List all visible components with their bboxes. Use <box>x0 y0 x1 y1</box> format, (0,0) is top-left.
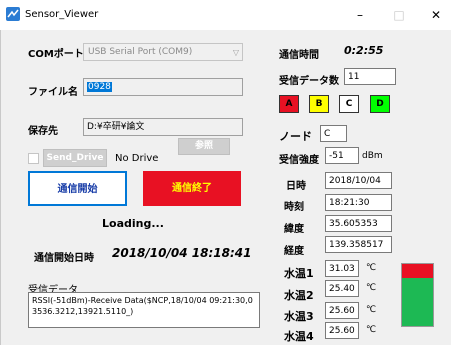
window-title: Sensor_Viewer <box>25 9 99 20</box>
node-input[interactable]: C <box>320 125 347 142</box>
comm-time-label: 通信時間 <box>279 50 319 61</box>
send-drive-button[interactable]: Send_Drive <box>43 149 107 167</box>
recv-count-label: 受信データ数 <box>279 76 339 87</box>
time-input[interactable]: 18:21:30 <box>325 194 392 211</box>
node-d-button[interactable]: D <box>370 95 390 113</box>
file-name-label: ファイル名 <box>28 87 78 98</box>
node-a-label: A <box>285 99 293 109</box>
level-indicator-top <box>402 264 433 278</box>
received-data-textarea[interactable]: RSSI(-51dBm)-Receive Data($NCP,18/10/04 … <box>28 292 260 328</box>
node-a-button[interactable]: A <box>279 95 299 113</box>
app-icon <box>6 7 20 21</box>
com-port-label: COMポート <box>28 49 84 60</box>
com-port-value: USB Serial Port (COM9) <box>88 47 193 57</box>
node-c-button[interactable]: C <box>339 95 359 113</box>
water-temp-3-unit: ℃ <box>366 305 377 315</box>
chevron-down-icon: ▽ <box>232 48 239 57</box>
water-temp-1-unit: ℃ <box>366 263 377 273</box>
node-c-label: C <box>345 99 353 109</box>
loading-status: Loading... <box>102 217 164 230</box>
no-drive-status: No Drive <box>115 153 159 164</box>
close-button[interactable]: ✕ <box>421 0 451 30</box>
signal-strength-unit: dBm <box>362 151 383 161</box>
recv-count-input[interactable]: 11 <box>344 68 396 85</box>
stop-communication-button[interactable]: 通信終了 <box>143 171 241 206</box>
maximize-button: □ <box>393 8 405 22</box>
node-d-label: D <box>376 99 384 109</box>
longitude-input[interactable]: 139.358517 <box>325 236 392 253</box>
level-indicator-bottom <box>402 277 433 326</box>
file-name-value: 0928 <box>87 82 112 92</box>
water-temp-4-input[interactable]: 25.60 <box>325 322 359 339</box>
water-temp-2-label: 水温2 <box>284 289 314 302</box>
minimize-button[interactable]: – <box>345 0 375 30</box>
start-time-value: 2018/10/04 18:18:41 <box>112 246 252 260</box>
com-port-select[interactable]: USB Serial Port (COM9) ▽ <box>83 43 243 61</box>
latitude-input[interactable]: 35.605353 <box>325 215 392 232</box>
water-temp-4-unit: ℃ <box>366 325 377 335</box>
water-temp-3-label: 水温3 <box>284 310 314 323</box>
water-temp-4-label: 水温4 <box>284 330 314 343</box>
water-temp-2-unit: ℃ <box>366 283 377 293</box>
send-drive-checkbox[interactable] <box>28 153 39 164</box>
start-time-label: 通信開始日時 <box>34 253 94 264</box>
comm-time-value: 0:2:55 <box>344 44 384 57</box>
browse-button[interactable]: 参照 <box>178 138 230 155</box>
longitude-label: 経度 <box>284 246 304 257</box>
file-name-input[interactable]: 0928 <box>83 78 243 96</box>
water-temp-3-input[interactable]: 25.60 <box>325 302 359 319</box>
latitude-label: 緯度 <box>284 224 304 235</box>
water-temp-2-input[interactable]: 25.40 <box>325 280 359 297</box>
save-location-input[interactable]: D:¥卒研¥論文 <box>83 118 243 136</box>
level-indicator <box>401 263 434 327</box>
window-frame-edge <box>0 30 1 345</box>
date-input[interactable]: 2018/10/04 <box>325 172 392 189</box>
water-temp-1-label: 水温1 <box>284 267 314 280</box>
signal-strength-label: 受信強度 <box>279 155 319 166</box>
node-label: ノード <box>279 130 312 143</box>
date-label: 日時 <box>286 181 306 192</box>
time-label: 時刻 <box>284 202 304 213</box>
save-location-label: 保存先 <box>28 126 58 137</box>
signal-strength-input[interactable]: -51 <box>325 147 359 164</box>
node-b-label: B <box>315 99 323 109</box>
start-communication-button[interactable]: 通信開始 <box>28 171 127 206</box>
water-temp-1-input[interactable]: 31.03 <box>325 260 359 277</box>
node-b-button[interactable]: B <box>309 95 329 113</box>
